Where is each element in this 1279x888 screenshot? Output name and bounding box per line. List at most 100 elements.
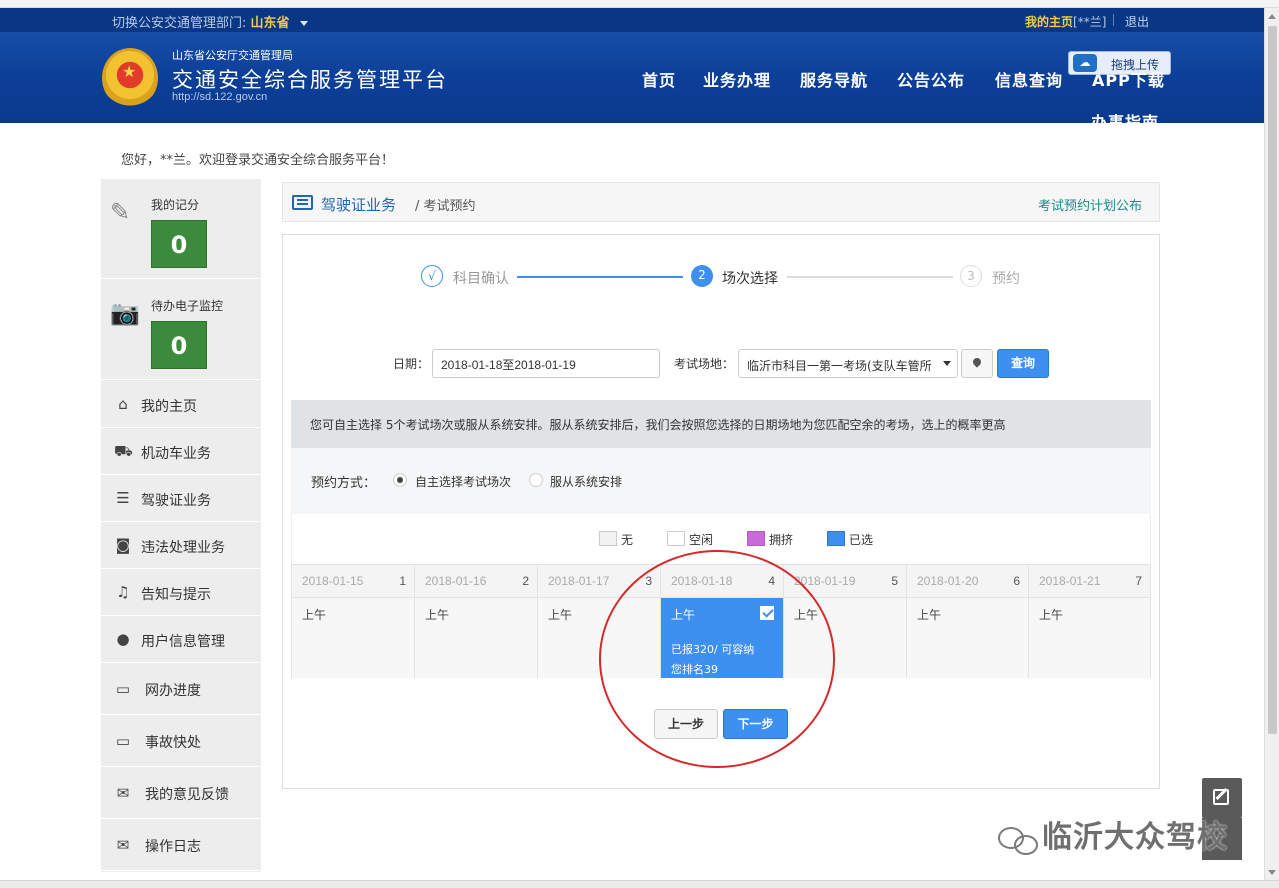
breadcrumb-page: / 考试预约 (415, 199, 476, 214)
calendar-day-number: 3 (645, 574, 652, 588)
session-label: 上午 (548, 608, 573, 622)
calendar-date: 2018-01-18 (671, 574, 733, 588)
switch-label: 切换公安交通管理部门: (112, 16, 247, 31)
session-label: 上午 (1039, 608, 1064, 622)
radio-self-select[interactable] (393, 473, 407, 487)
session-capacity-info: 已报320/ 可容纳 您排名39 (671, 640, 754, 680)
nav-app-download[interactable]: APP下载 (1092, 67, 1165, 91)
step-3-label: 预约 (992, 271, 1020, 287)
score-label: 我的记分 (151, 198, 200, 212)
wechat-icon (996, 821, 1042, 857)
sidebar-item-user-info[interactable]: ● 用户信息管理 (101, 616, 261, 663)
welcome-message: 您好，**兰。欢迎登录交通安全综合服务平台！ (121, 153, 395, 168)
sidebar-item-vehicle[interactable]: ⛟ 机动车业务 (101, 428, 261, 475)
logout-link[interactable]: 退出 (1125, 13, 1149, 30)
step-3-circle: 3 (960, 265, 982, 287)
legend-label-crowded: 拥挤 (769, 533, 794, 547)
page-scrollbar[interactable] (1264, 8, 1279, 880)
sidebar-item-label: 用户信息管理 (141, 634, 225, 650)
calendar-session-cell[interactable]: 上午 (784, 598, 907, 678)
exam-site-value: 临沂市科目一第一考场(支队车管所 (747, 359, 932, 373)
nav-business[interactable]: 业务办理 (703, 67, 771, 91)
list-icon: ☰ (116, 489, 130, 507)
query-button[interactable]: 查询 (997, 349, 1049, 378)
sidebar-item-home[interactable]: ⌂ 我的主页 (101, 381, 261, 428)
nav-guide[interactable]: 办事指南 (1091, 109, 1159, 123)
mode-label: 预约方式： (311, 476, 377, 491)
sidebar-item-violation[interactable]: ◙ 违法处理业务 (101, 522, 261, 569)
sidebar-item-label: 驾驶证业务 (141, 493, 211, 509)
nav-announcements[interactable]: 公告公布 (897, 67, 965, 91)
calendar-day-number: 1 (399, 574, 406, 588)
calendar-day-number: 6 (1013, 574, 1020, 588)
sidebar-item-accident[interactable]: ▭ 事故快处 (101, 715, 261, 767)
breadcrumb: 驾驶证业务 / 考试预约 考试预约计划公布 (282, 182, 1160, 222)
nav-info-query[interactable]: 信息查询 (995, 67, 1063, 91)
site-url: http://sd.122.gov.cn (172, 91, 268, 103)
sidebar-item-license[interactable]: ☰ 驾驶证业务 (101, 475, 261, 522)
sidebar-item-log[interactable]: ✉ 操作日志 (101, 819, 261, 871)
nav-home[interactable]: 首页 (642, 67, 676, 91)
site-header: 切换公安交通管理部门: 山东省 我的主页[**兰] 退出 ★ 山东省公安厅交通管… (0, 8, 1264, 123)
monitor-value: 0 (151, 321, 207, 369)
calendar-session-cell[interactable]: 上午 (538, 598, 661, 678)
header-subbar: 切换公安交通管理部门: 山东省 我的主页[**兰] 退出 (0, 8, 1264, 32)
next-step-button[interactable]: 下一步 (723, 709, 788, 739)
department-switch[interactable]: 切换公安交通管理部门: 山东省 (112, 12, 308, 31)
calendar-day-number: 2 (522, 574, 529, 588)
home-icon: ⌂ (118, 395, 128, 413)
calendar-date: 2018-01-20 (917, 574, 979, 588)
log-icon: ✉ (116, 836, 130, 854)
sidebar-item-notices[interactable]: ♫ 告知与提示 (101, 569, 261, 616)
radio-system-arrange[interactable] (529, 473, 543, 487)
monitor-label: 待办电子监控 (151, 299, 224, 313)
date-range-input[interactable]: 2018-01-18至2018-01-19 (432, 349, 660, 378)
radio-self-select-label[interactable]: 自主选择考试场次 (415, 473, 511, 490)
map-location-button[interactable] (961, 349, 993, 378)
sidebar: ✎ 我的记分 0 📷 待办电子监控 0 ⌂ 我的主页 ⛟ 机动车业务 ☰ 驾驶证… (101, 179, 261, 872)
exam-plan-link[interactable]: 考试预约计划公布 (1038, 195, 1142, 214)
sidebar-item-label: 事故快处 (145, 735, 201, 751)
legend-swatch-free (667, 531, 685, 546)
prev-step-button[interactable]: 上一步 (654, 709, 718, 739)
browser-top-strip (0, 0, 1279, 8)
sidebar-item-progress[interactable]: ▭ 网办进度 (101, 663, 261, 715)
calendar-session-cell[interactable]: 上午 (415, 598, 538, 678)
calendar-session-cell[interactable]: 上午 (1029, 598, 1150, 678)
calendar-session-cell-selected[interactable]: 上午 已报320/ 可容纳 您排名39 (661, 598, 784, 678)
scroll-up-icon[interactable] (1268, 14, 1276, 19)
step-1-circle: √ (421, 265, 443, 287)
caret-down-icon (299, 21, 308, 26)
session-label: 上午 (794, 608, 819, 622)
legend-label-free: 空闲 (689, 533, 714, 547)
calendar-day-header: 2018-01-18 4 (661, 565, 784, 598)
nav-service-guide[interactable]: 服务导航 (800, 67, 868, 91)
truck-icon: ⛟ (114, 442, 133, 460)
calendar-day-header: 2018-01-20 6 (907, 565, 1029, 598)
calendar-day-header: 2018-01-19 5 (784, 565, 907, 598)
session-label: 上午 (302, 608, 327, 622)
calendar-session-cell[interactable]: 上午 (292, 598, 415, 678)
watermark: 临沂大众驾校 (996, 812, 1228, 857)
calendar-session-cell[interactable]: 上午 (907, 598, 1029, 678)
checkbox-checked-icon[interactable] (760, 606, 774, 620)
radio-system-arrange-label[interactable]: 服从系统安排 (550, 473, 622, 490)
my-home-link[interactable]: 我的主页[**兰] (1025, 13, 1106, 30)
score-box[interactable]: ✎ 我的记分 0 (101, 179, 261, 279)
calendar-date: 2018-01-21 (1039, 574, 1101, 588)
sidebar-item-label: 告知与提示 (141, 587, 211, 603)
monitor-box[interactable]: 📷 待办电子监控 0 (101, 280, 261, 380)
sidebar-item-feedback[interactable]: ✉ 我的意见反馈 (101, 767, 261, 819)
calendar-date: 2018-01-16 (425, 574, 487, 588)
session-label: 上午 (917, 608, 942, 622)
sidebar-item-label: 我的意见反馈 (145, 787, 229, 803)
user-name: [**兰] (1073, 15, 1107, 29)
exam-site-select[interactable]: 临沂市科目一第一考场(支队车管所 (738, 349, 958, 378)
list-icon (292, 195, 313, 210)
sidebar-item-label: 违法处理业务 (141, 540, 225, 556)
calendar-day-number: 5 (891, 574, 898, 588)
scroll-down-icon[interactable] (1268, 870, 1276, 875)
feedback-icon: ✉ (116, 784, 130, 802)
scroll-thumb[interactable] (1268, 26, 1277, 734)
breadcrumb-section[interactable]: 驾驶证业务 (321, 194, 396, 215)
